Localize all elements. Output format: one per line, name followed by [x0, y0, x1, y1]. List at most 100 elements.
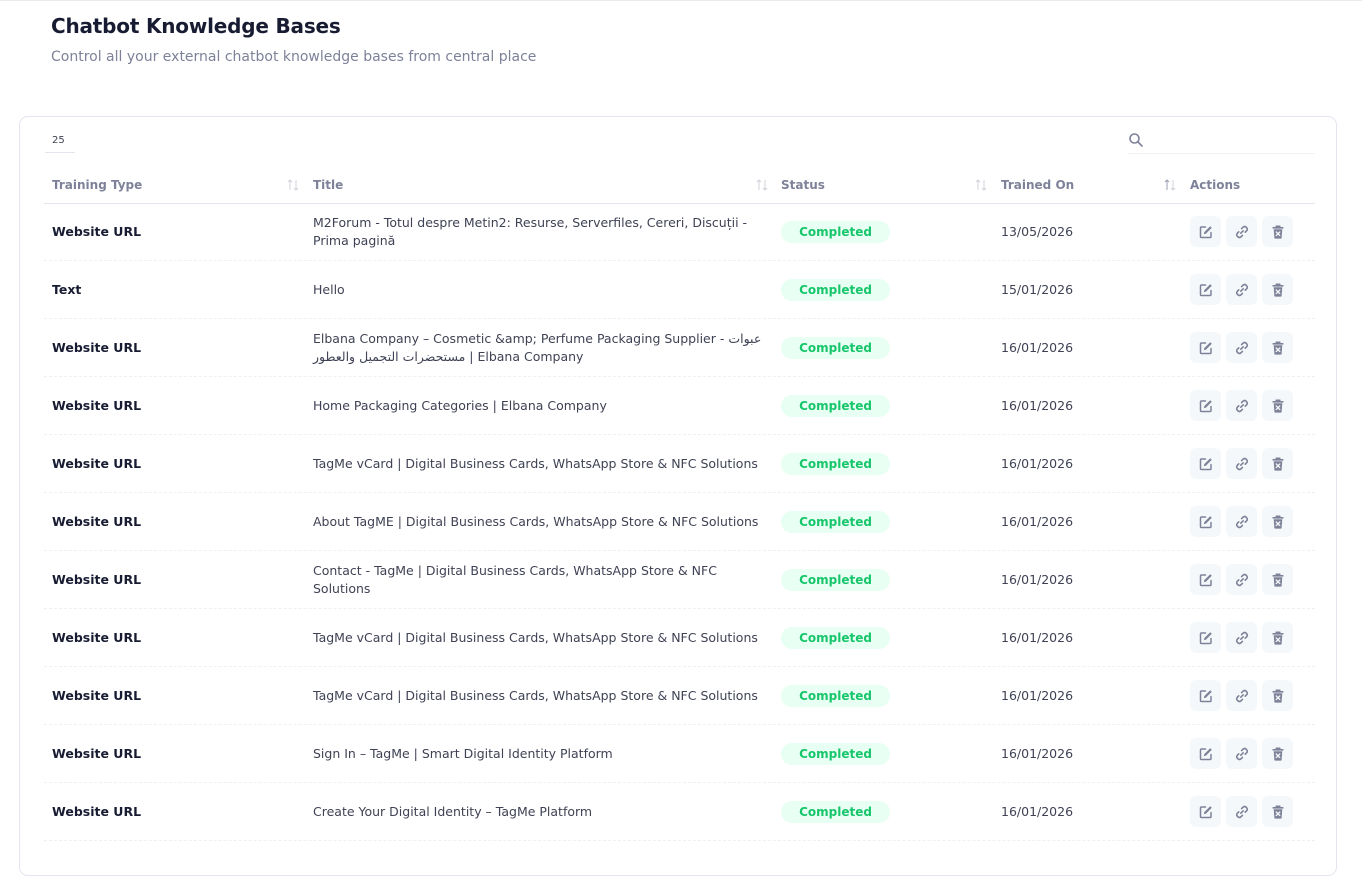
sort-icon[interactable] [1164, 178, 1176, 192]
edit-icon [1199, 225, 1212, 238]
sort-icon[interactable] [756, 178, 768, 192]
status-cell: Completed [781, 203, 890, 260]
link-button[interactable] [1226, 680, 1257, 711]
actions-cell [1190, 725, 1293, 782]
search-box [1128, 129, 1316, 154]
link-icon [1235, 747, 1248, 760]
trash-icon [1272, 225, 1283, 239]
status-badge: Completed [781, 510, 890, 533]
edit-button[interactable] [1190, 332, 1221, 363]
column-header-trained-on[interactable]: Trained On [1001, 172, 1074, 202]
edit-button[interactable] [1190, 506, 1221, 537]
status-cell: Completed [781, 377, 890, 434]
delete-button[interactable] [1262, 332, 1293, 363]
status-badge: Completed [781, 452, 890, 475]
edit-icon [1199, 399, 1212, 412]
delete-button[interactable] [1262, 274, 1293, 305]
title-cell: Elbana Company – Cosmetic &amp; Perfume … [313, 330, 762, 364]
training-type-cell: Website URL [52, 804, 142, 819]
trained-on-cell: 13/05/2026 [1001, 224, 1074, 239]
search-icon [1129, 133, 1143, 147]
status-badge: Completed [781, 568, 890, 591]
link-icon [1235, 631, 1248, 644]
link-icon [1235, 399, 1248, 412]
trained-on-cell: 15/01/2026 [1001, 282, 1074, 297]
column-header-status[interactable]: Status [781, 172, 825, 202]
edit-button[interactable] [1190, 390, 1221, 421]
page-size-select[interactable]: 25 [45, 129, 75, 153]
search-input[interactable] [1152, 129, 1316, 153]
edit-button[interactable] [1190, 738, 1221, 769]
knowledge-bases-card: 25 Training Type Title Status Trained On… [19, 116, 1337, 876]
table-header: Training Type Title Status Trained On Ac… [44, 172, 1315, 204]
actions-cell [1190, 261, 1293, 318]
edit-button[interactable] [1190, 216, 1221, 247]
column-header-actions: Actions [1190, 178, 1241, 192]
sort-icon[interactable] [975, 178, 987, 192]
edit-icon [1199, 457, 1212, 470]
link-button[interactable] [1226, 506, 1257, 537]
trained-on-cell: 16/01/2026 [1001, 398, 1074, 413]
trained-on-cell: 16/01/2026 [1001, 514, 1074, 529]
link-button[interactable] [1226, 448, 1257, 479]
table-row: Text Hello Completed 15/01/2026 [44, 261, 1315, 319]
top-divider [0, 0, 1362, 1]
link-button[interactable] [1226, 390, 1257, 421]
training-type-cell: Website URL [52, 514, 142, 529]
trash-icon [1272, 283, 1283, 297]
page-subtitle: Control all your external chatbot knowle… [51, 49, 537, 65]
column-header-title[interactable]: Title [313, 172, 343, 202]
status-badge: Completed [781, 394, 890, 417]
delete-button[interactable] [1262, 390, 1293, 421]
title-cell: TagMe vCard | Digital Business Cards, Wh… [313, 629, 758, 645]
table-row: Website URL Contact - TagMe | Digital Bu… [44, 551, 1315, 609]
edit-button[interactable] [1190, 564, 1221, 595]
delete-button[interactable] [1262, 622, 1293, 653]
link-icon [1235, 515, 1248, 528]
title-cell: TagMe vCard | Digital Business Cards, Wh… [313, 687, 758, 703]
status-badge: Completed [781, 626, 890, 649]
delete-button[interactable] [1262, 216, 1293, 247]
actions-cell [1190, 435, 1293, 492]
actions-cell [1190, 319, 1293, 376]
status-cell: Completed [781, 783, 890, 840]
title-cell: Sign In – TagMe | Smart Digital Identity… [313, 745, 613, 761]
delete-button[interactable] [1262, 738, 1293, 769]
title-cell: Home Packaging Categories | Elbana Compa… [313, 397, 607, 413]
delete-button[interactable] [1262, 564, 1293, 595]
training-type-cell: Website URL [52, 456, 142, 471]
link-icon [1235, 283, 1248, 296]
title-cell: M2Forum - Totul despre Metin2: Resurse, … [313, 214, 748, 248]
edit-icon [1199, 341, 1212, 354]
edit-button[interactable] [1190, 796, 1221, 827]
training-type-cell: Text [52, 282, 82, 297]
table-row: Website URL M2Forum - Totul despre Metin… [44, 203, 1315, 261]
link-icon [1235, 341, 1248, 354]
column-header-training-type[interactable]: Training Type [52, 172, 142, 202]
delete-button[interactable] [1262, 680, 1293, 711]
trained-on-cell: 16/01/2026 [1001, 804, 1074, 819]
trash-icon [1272, 805, 1283, 819]
sort-icon[interactable] [287, 178, 299, 192]
edit-button[interactable] [1190, 448, 1221, 479]
link-icon [1235, 805, 1248, 818]
link-button[interactable] [1226, 274, 1257, 305]
trained-on-cell: 16/01/2026 [1001, 340, 1074, 355]
edit-button[interactable] [1190, 274, 1221, 305]
link-button[interactable] [1226, 622, 1257, 653]
link-button[interactable] [1226, 796, 1257, 827]
link-icon [1235, 573, 1248, 586]
training-type-cell: Website URL [52, 630, 142, 645]
link-button[interactable] [1226, 332, 1257, 363]
link-button[interactable] [1226, 738, 1257, 769]
table-row: Website URL About TagME | Digital Busine… [44, 493, 1315, 551]
edit-button[interactable] [1190, 622, 1221, 653]
edit-button[interactable] [1190, 680, 1221, 711]
link-button[interactable] [1226, 564, 1257, 595]
delete-button[interactable] [1262, 448, 1293, 479]
delete-button[interactable] [1262, 796, 1293, 827]
title-cell: About TagME | Digital Business Cards, Wh… [313, 513, 759, 529]
delete-button[interactable] [1262, 506, 1293, 537]
trash-icon [1272, 689, 1283, 703]
link-button[interactable] [1226, 216, 1257, 247]
